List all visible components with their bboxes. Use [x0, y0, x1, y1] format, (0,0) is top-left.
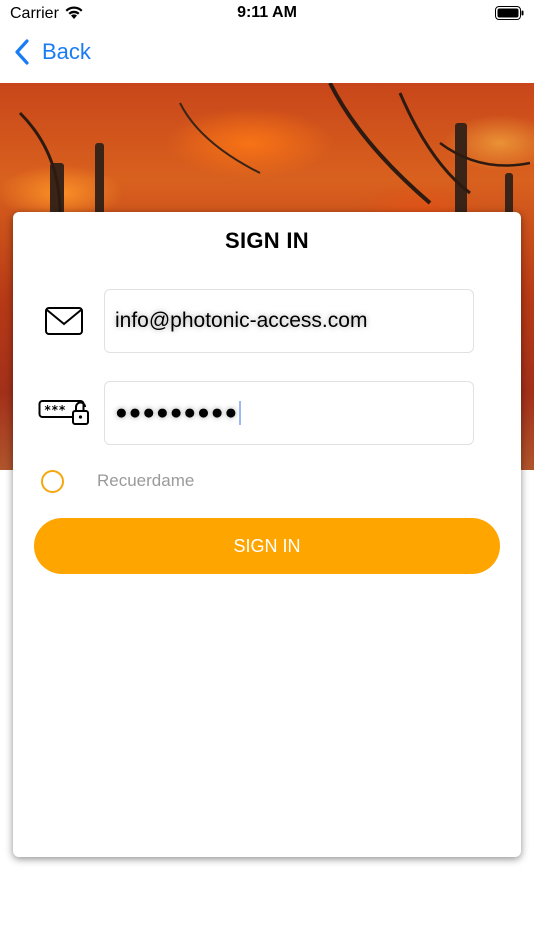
- sign-in-button[interactable]: SIGN IN: [34, 518, 500, 574]
- navigation-bar: Back: [0, 28, 534, 83]
- password-value-wrap: ●●●●●●●●●: [115, 382, 242, 444]
- back-button[interactable]: Back: [14, 38, 91, 66]
- remember-me-radio[interactable]: [41, 470, 64, 493]
- card-title: SIGN IN: [225, 228, 309, 253]
- remember-me-label: Recuerdame: [97, 471, 195, 490]
- battery-icon: [495, 6, 524, 20]
- email-value: info@photonic-access.com: [115, 309, 368, 332]
- back-label: Back: [42, 39, 91, 64]
- password-lock-icon: ***: [38, 400, 89, 425]
- password-value: ●●●●●●●●●: [115, 401, 239, 424]
- status-bar: Carrier 9:11 AM: [0, 0, 534, 28]
- text-caret: [239, 401, 242, 426]
- svg-text:***: ***: [44, 403, 66, 417]
- envelope-icon: [45, 307, 83, 335]
- clock: 9:11 AM: [237, 4, 297, 21]
- email-field[interactable]: info@photonic-access.com: [104, 289, 474, 353]
- chevron-left-icon: [15, 39, 29, 65]
- login-card: SIGN IN info@photonic-access.com *** ●●●…: [13, 212, 521, 857]
- password-field[interactable]: ●●●●●●●●●: [104, 381, 474, 445]
